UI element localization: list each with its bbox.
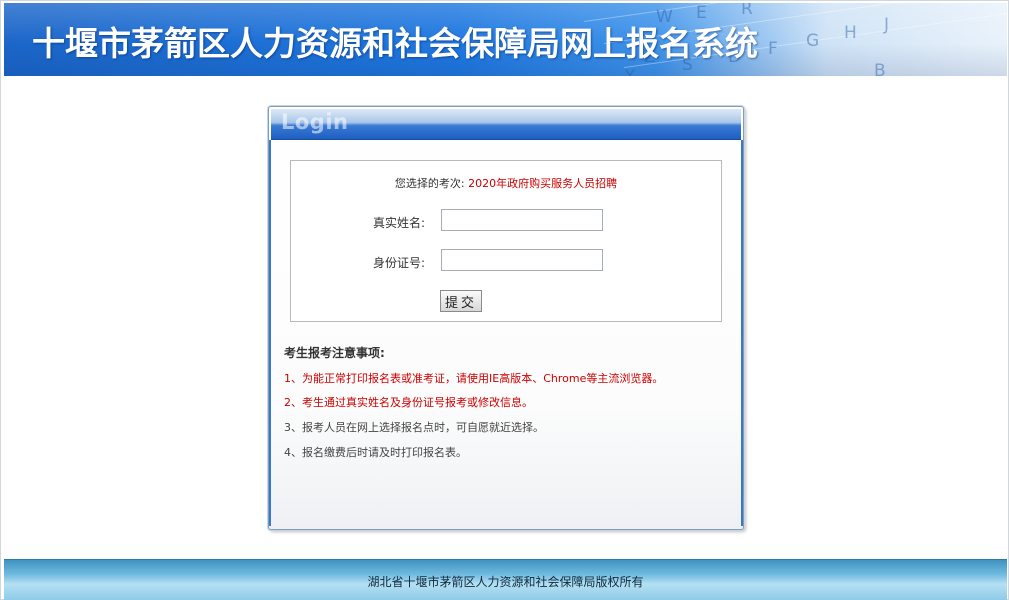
panel-left-border — [269, 140, 271, 526]
id-number-input[interactable] — [441, 249, 603, 271]
notice-item: 4、报名缴费后时请及时打印报名表。 — [284, 446, 467, 459]
keyboard-key: G — [806, 31, 820, 51]
page-frame: W E R Z F G H J S D B X 十堰市茅箭区人力资源和社会保障局… — [0, 0, 1009, 600]
id-label: 身份证号: — [372, 256, 425, 270]
exam-value: 2020年政府购买服务人员招聘 — [468, 177, 618, 190]
site-title: 十堰市茅箭区人力资源和社会保障局网上报名系统 — [32, 24, 758, 63]
exam-selection: 您选择的考次: 2020年政府购买服务人员招聘 — [291, 175, 721, 191]
panel-right-border — [741, 140, 743, 526]
keyboard-key: F — [768, 39, 778, 59]
login-panel: Login 您选择的考次: 2020年政府购买服务人员招聘 真实姓名: 身份证号… — [268, 106, 744, 530]
keyboard-key: B — [874, 61, 886, 76]
notice-item: 3、报考人员在网上选择报名点时，可自愿就近选择。 — [284, 421, 544, 434]
login-form: 您选择的考次: 2020年政府购买服务人员招聘 真实姓名: 身份证号: 提交 — [290, 160, 722, 322]
id-row: 身份证号: — [291, 249, 721, 273]
real-name-input[interactable] — [441, 209, 603, 231]
login-panel-title: Login — [281, 110, 349, 134]
submit-button[interactable]: 提交 — [440, 290, 482, 312]
keyboard-key: J — [884, 15, 890, 35]
exam-label: 您选择的考次: — [394, 177, 465, 190]
notice-title: 考生报考注意事项: — [284, 346, 385, 360]
login-panel-header: Login — [271, 109, 741, 140]
keyboard-key: X — [624, 67, 636, 76]
copyright-text: 湖北省十堰市茅箭区人力资源和社会保障局版权所有 — [367, 575, 644, 589]
footer: 湖北省十堰市茅箭区人力资源和社会保障局版权所有 — [4, 559, 1007, 600]
notice-item: 2、考生通过真实姓名及身份证号报考或修改信息。 — [284, 396, 533, 409]
keyboard-key: H — [844, 23, 857, 43]
name-label: 真实姓名: — [372, 216, 425, 230]
header-banner: W E R Z F G H J S D B X 十堰市茅箭区人力资源和社会保障局… — [4, 3, 1007, 76]
notice-item: 1、为能正常打印报名表或准考证，请使用IE高版本、Chrome等主流浏览器。 — [284, 372, 664, 385]
name-row: 真实姓名: — [291, 209, 721, 233]
